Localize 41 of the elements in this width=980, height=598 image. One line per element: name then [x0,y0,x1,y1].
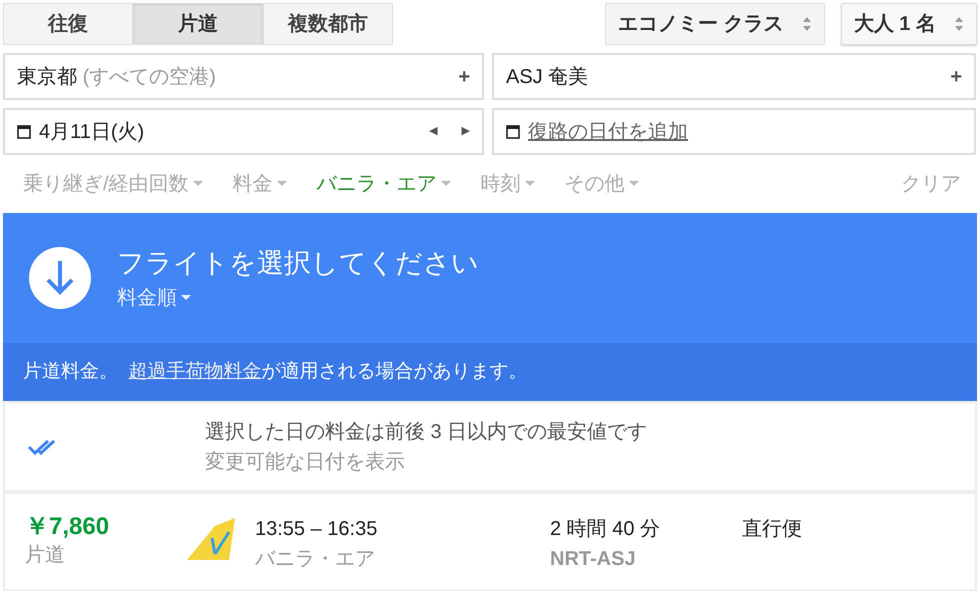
passengers-select[interactable]: 大人 1 名 [840,3,977,45]
trip-type-tab[interactable]: 往復 [3,3,133,45]
price: ￥7,860 [25,514,110,540]
excess-baggage-link[interactable]: 超過手荷物料金 [128,358,262,386]
caret-icon [192,181,203,187]
trip-type-tab[interactable]: 片道 [133,3,263,45]
fare-type: 片道 [25,543,66,568]
destination-value: ASJ 奄美 [506,64,588,90]
previous-date-button[interactable]: ◀ [429,123,438,140]
airline-name: バニラ・エア [255,547,376,572]
origin-value: 東京都 (すべての空港) [17,64,216,90]
price-tip: 選択した日の料金は前後 3 日以内での最安値です [205,420,648,444]
add-button[interactable]: + [458,62,470,92]
route: NRT-ASJ [550,547,637,572]
departure-date-field[interactable]: 4月11日(火) ◀ ▶ [3,108,484,155]
flight-result-row[interactable]: ￥7,860 片道 13:55 – 16:35 バニラ・エア 2 時間 40 分 NRT-ASJ 直行便 [3,492,977,591]
sort-arrows-icon [802,16,812,32]
sort-arrows-icon [954,16,964,32]
return-date-field[interactable]: 復路の日付を追加 [492,108,976,155]
flight-times: 13:55 – 16:35 [255,517,378,542]
cabin-class-select[interactable]: エコノミー クラス [605,3,825,45]
calendar-icon [17,124,31,138]
caret-icon [440,181,451,187]
filter-dropdown[interactable]: バニラ・エア [316,169,451,199]
caret-icon [276,181,287,187]
fare-notice: 片道料金。 超過手荷物料金が適用される場合があります。 [3,343,977,401]
trip-type-tab[interactable]: 複数都市 [263,3,393,45]
add-button[interactable]: + [950,62,962,92]
origin-field[interactable]: 東京都 (すべての空港) + [3,53,484,100]
header-title: フライトを選択してください [117,246,479,280]
next-date-button[interactable]: ▶ [462,123,470,140]
calendar-icon [506,124,520,138]
stops: 直行便 [742,517,802,542]
destination-field[interactable]: ASJ 奄美 + [492,53,976,100]
caret-icon [628,181,639,187]
add-return-date-link[interactable]: 復路の日付を追加 [528,116,688,146]
caret-icon [524,181,535,187]
airline-tail-logo [185,518,237,562]
flight-duration: 2 時間 40 分 [550,517,662,542]
date-value: 4月11日(火) [39,120,144,144]
caret-icon [181,295,191,302]
